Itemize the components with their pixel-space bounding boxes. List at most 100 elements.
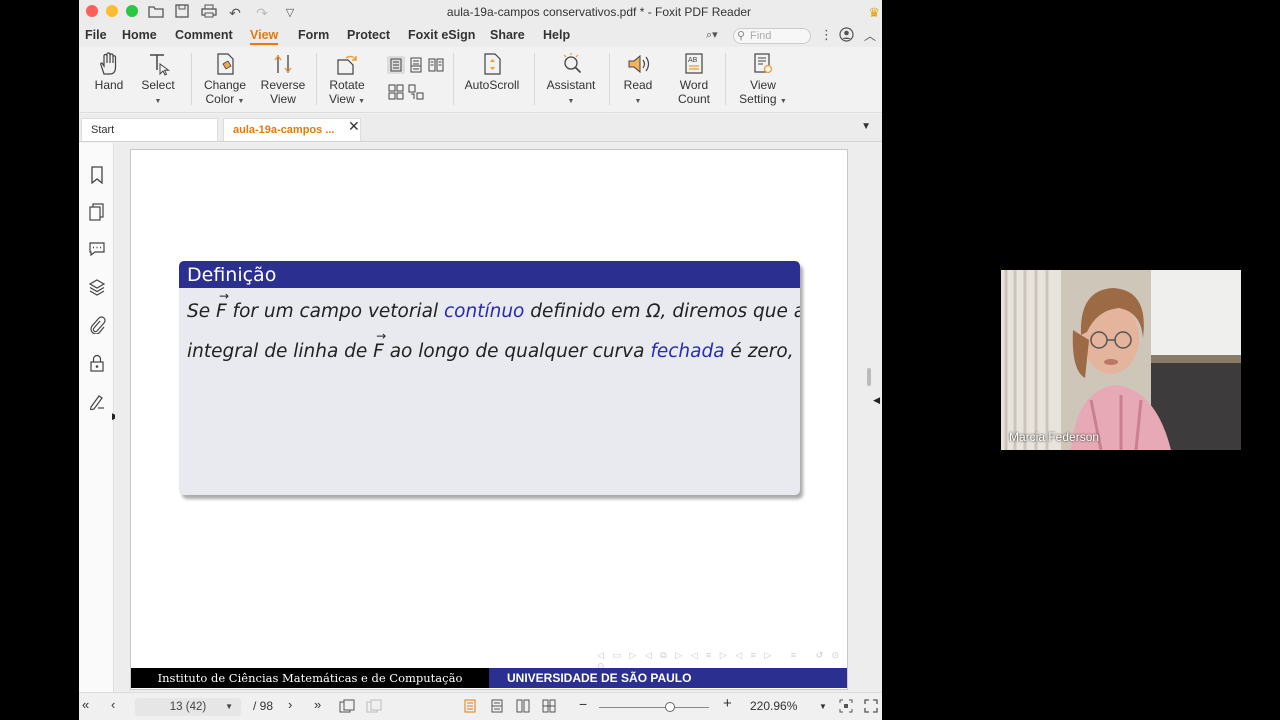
text-span: definido em Ω, diremos que a — [524, 301, 800, 322]
view-setting-button[interactable]: View Setting ▼ — [735, 52, 791, 109]
presenter-video-image — [1001, 270, 1241, 450]
more-options-icon[interactable]: ⋮ — [820, 27, 833, 43]
account-icon[interactable] — [839, 27, 854, 47]
footer-university: UNIVERSIDADE DE SÃO PAULO — [489, 668, 847, 688]
menu-share[interactable]: Share — [490, 28, 525, 42]
document-tab-bar: Start aula-19a-campos ... ✕ ▼ — [79, 114, 882, 142]
zoom-slider-handle[interactable] — [665, 702, 675, 712]
menu-view[interactable]: View — [250, 28, 279, 45]
crown-icon[interactable]: ♛ — [868, 5, 880, 21]
search-icon: ⚲ — [737, 30, 746, 42]
page-layout-group — [387, 56, 447, 74]
divider — [534, 53, 535, 105]
layers-icon[interactable] — [88, 278, 106, 296]
word-count-button[interactable]: AB Word Count — [676, 52, 712, 106]
autoscroll-button[interactable]: AutoScroll — [464, 52, 520, 92]
cover-page-icon[interactable] — [407, 83, 425, 106]
menu-foxit-esign[interactable]: Foxit eSign — [408, 28, 475, 42]
reverse-view-label-2: View — [270, 92, 296, 106]
read-dropdown-icon: ▼ — [634, 98, 642, 105]
document-viewport[interactable]: Definição Se → F for um campo vetorial co… — [115, 143, 882, 692]
tab-start-label: Start — [91, 124, 115, 136]
speaker-icon — [628, 54, 650, 74]
zoom-in-icon[interactable]: + — [723, 695, 732, 712]
webcam-video: Marcia Federson — [1001, 270, 1241, 450]
hand-tool-button[interactable]: Hand — [93, 52, 125, 92]
ribbon-toolbar: Hand Select ▼ Change Color ▼ Reverse Vie… — [79, 47, 882, 113]
close-tab-icon[interactable]: ✕ — [348, 118, 360, 135]
read-label: Read — [623, 78, 653, 92]
single-page-view-icon[interactable] — [463, 699, 477, 716]
tab-list-dropdown-icon[interactable]: ▼ — [861, 121, 871, 132]
vector-arrow-icon: → — [219, 289, 230, 303]
first-page-icon[interactable]: « — [82, 697, 89, 712]
tab-document[interactable]: aula-19a-campos ... — [223, 118, 361, 141]
next-view-icon[interactable] — [366, 699, 382, 716]
fit-page-icon[interactable] — [839, 699, 853, 716]
menu-help[interactable]: Help — [543, 28, 570, 42]
menu-comment[interactable]: Comment — [175, 28, 233, 42]
facing-page-icon[interactable] — [427, 56, 445, 79]
change-color-button[interactable]: Change Color ▼ — [202, 52, 248, 109]
page-color-icon — [217, 53, 234, 75]
select-dropdown-icon: ▼ — [154, 98, 162, 105]
security-lock-icon[interactable] — [88, 354, 106, 372]
full-screen-icon[interactable] — [864, 699, 878, 716]
autoscroll-icon — [484, 53, 501, 75]
menu-protect[interactable]: Protect — [347, 28, 390, 42]
continuous-view-icon[interactable] — [490, 699, 504, 716]
bookmark-icon[interactable] — [88, 166, 106, 185]
title-bar: ↶ ↷ ▽ aula-19a-campos conservativos.pdf … — [79, 0, 882, 25]
continuous-page-icon[interactable] — [407, 56, 425, 79]
single-page-icon[interactable] — [387, 56, 405, 74]
signature-icon[interactable] — [88, 392, 106, 411]
read-button[interactable]: Read ▼ — [620, 52, 656, 109]
find-input[interactable]: ⚲ Find — [733, 28, 811, 44]
zoom-level[interactable]: 220.96% — [750, 699, 797, 713]
select-text-icon — [150, 54, 171, 76]
vector-f-letter: F — [373, 341, 384, 362]
vertical-scrollbar[interactable] — [867, 368, 871, 386]
find-placeholder: Find — [750, 30, 772, 42]
vector-f: → F — [373, 329, 386, 362]
assistant-button[interactable]: Assistant ▼ — [545, 52, 597, 109]
view-setting-dropdown-icon: ▼ — [779, 98, 787, 105]
rotate-view-label-2: View — [328, 92, 355, 106]
page-number-input[interactable]: 13 (42) ▼ — [135, 698, 241, 716]
menu-file[interactable]: File — [85, 28, 107, 42]
menu-home[interactable]: Home — [122, 28, 157, 42]
attachment-icon[interactable] — [88, 316, 106, 335]
collapse-ribbon-icon[interactable]: ︿ — [864, 27, 876, 44]
slide-footer: Instituto de Ciências Matemáticas e de C… — [131, 668, 847, 688]
view-setting-icon — [754, 53, 773, 74]
zoom-dropdown-icon[interactable]: ▼ — [819, 702, 827, 711]
last-page-icon[interactable]: » — [314, 697, 321, 712]
zoom-out-icon[interactable]: − — [579, 696, 587, 712]
comments-icon[interactable] — [88, 240, 106, 258]
reverse-view-button[interactable]: Reverse View — [260, 52, 306, 106]
rotate-view-dropdown-icon: ▼ — [358, 98, 366, 105]
change-color-dropdown-icon: ▼ — [237, 98, 245, 105]
zoom-slider[interactable] — [599, 707, 709, 708]
search-options-icon[interactable]: ⌕▾ — [706, 28, 718, 42]
rotate-view-label-1: Rotate — [329, 78, 365, 92]
next-page-icon[interactable]: › — [288, 697, 292, 712]
word-count-label-2: Count — [677, 92, 711, 106]
rotate-view-button[interactable]: Rotate View ▼ — [327, 52, 367, 109]
previous-page-icon[interactable]: ‹ — [111, 697, 115, 712]
tab-start[interactable]: Start — [81, 118, 218, 141]
facing-view-icon[interactable] — [516, 699, 530, 716]
divider — [453, 53, 454, 105]
highlight-fechada: fechada — [650, 341, 725, 362]
select-label: Select — [141, 78, 175, 92]
previous-view-icon[interactable] — [339, 699, 355, 716]
collapse-right-panel-icon[interactable]: ◀ — [873, 395, 880, 406]
continuous-facing-view-icon[interactable] — [542, 699, 556, 716]
definition-block: Definição Se → F for um campo vetorial co… — [179, 261, 800, 495]
continuous-facing-icon[interactable] — [387, 83, 405, 106]
menu-form[interactable]: Form — [298, 28, 329, 42]
hand-label: Hand — [94, 78, 124, 92]
view-setting-label-1: View — [750, 78, 776, 92]
select-tool-button[interactable]: Select ▼ — [140, 52, 176, 109]
pages-thumbnail-icon[interactable] — [88, 203, 106, 221]
